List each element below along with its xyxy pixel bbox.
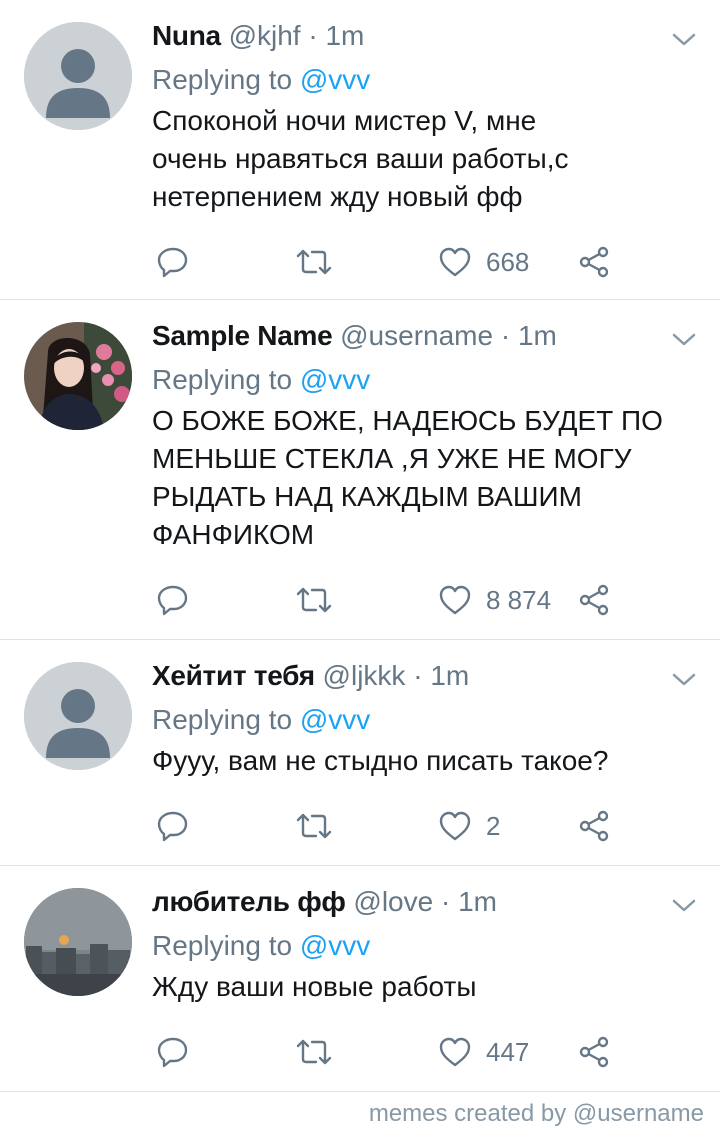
replying-to-label: Replying to [152,930,300,961]
tweet-actions: 2 [152,806,622,846]
user-handle[interactable]: @kjhf [229,20,301,51]
reply-button[interactable] [156,242,190,282]
like-button[interactable]: 668 [438,242,529,282]
user-handle[interactable]: @ljkkk [323,660,406,691]
retweet-button[interactable] [294,1032,334,1072]
display-name[interactable]: Nuna [152,20,221,51]
tweet-content: Sample Name @username · 1m Replying to @… [152,316,700,554]
tweet-header: Sample Name @username · 1m [152,316,700,356]
replying-to-handle[interactable]: @vvv [300,704,370,735]
reply-icon [157,811,188,842]
reply-icon [157,247,188,278]
timestamp[interactable]: 1m [325,20,364,51]
share-button[interactable] [578,1032,610,1072]
like-count: 2 [486,811,501,841]
tweet-feed: Nuna @kjhf · 1m Replying to @vvv Споконо… [0,0,720,1092]
chevron-down-icon[interactable] [670,326,698,354]
default-avatar-icon [24,22,132,130]
share-icon [579,810,609,842]
timestamp[interactable]: 1m [458,886,497,917]
reply-button[interactable] [156,806,190,846]
share-button[interactable] [578,580,610,620]
share-button[interactable] [578,242,610,282]
like-button[interactable]: 447 [438,1032,529,1072]
replying-to-handle[interactable]: @vvv [300,364,370,395]
replying-to-label: Replying to [152,64,300,95]
timestamp[interactable]: 1m [430,660,469,691]
retweet-icon [296,587,332,613]
avatar[interactable] [24,662,132,770]
like-button[interactable]: 8 874 [438,580,551,620]
tweet[interactable]: Sample Name @username · 1m Replying to @… [0,300,720,640]
like-count: 447 [486,1037,530,1067]
like-count: 8 874 [486,585,552,615]
chevron-down-icon[interactable] [670,666,698,694]
tweet[interactable]: любитель фф @love · 1m Replying to @vvv … [0,866,720,1092]
share-icon [579,584,609,616]
tweet-content: Nuna @kjhf · 1m Replying to @vvv Споконо… [152,16,700,216]
tweet-actions: 668 [152,242,622,282]
retweet-icon [296,249,332,275]
retweet-button[interactable] [294,806,334,846]
replying-to-handle[interactable]: @vvv [300,64,370,95]
tweet-text: Фууу, вам не стыдно писать такое? [152,745,609,776]
tweet-header: любитель фф @love · 1m [152,882,700,922]
watermark-caption: memes created by @username [368,1100,704,1127]
replying-to: Replying to @vvv [152,700,700,740]
share-icon [579,1036,609,1068]
heart-icon [439,811,471,841]
separator-dot: · [433,886,459,917]
reply-button[interactable] [156,1032,190,1072]
avatar[interactable] [24,22,132,130]
heart-icon [439,585,471,615]
replying-to: Replying to @vvv [152,60,700,100]
share-icon [579,246,609,278]
timestamp[interactable]: 1m [518,320,557,351]
separator-dot: · [405,660,431,691]
tweet[interactable]: Nuna @kjhf · 1m Replying to @vvv Споконо… [0,0,720,300]
like-button[interactable]: 2 [438,806,500,846]
tweet-content: Хейтит тебя @ljkkk · 1m Replying to @vvv… [152,656,700,780]
replying-to-label: Replying to [152,704,300,735]
display-name[interactable]: любитель фф [152,886,346,917]
separator-dot: · [300,20,326,51]
tweet-text: О БОЖЕ БОЖЕ, НАДЕЮСЬ БУДЕТ ПО МЕНЬШЕ СТЕ… [152,405,663,550]
replying-to: Replying to @vvv [152,360,700,400]
retweet-button[interactable] [294,580,334,620]
tweet-actions: 447 [152,1032,622,1072]
photo-avatar-city [24,888,132,996]
display-name[interactable]: Хейтит тебя [152,660,315,691]
tweet-content: любитель фф @love · 1m Replying to @vvv … [152,882,700,1006]
retweet-icon [296,1039,332,1065]
retweet-button[interactable] [294,242,334,282]
tweet-header: Nuna @kjhf · 1m [152,16,700,56]
heart-icon [439,247,471,277]
heart-icon [439,1037,471,1067]
photo-avatar-girl [24,322,132,430]
reply-icon [157,1037,188,1068]
display-name[interactable]: Sample Name [152,320,333,351]
reply-button[interactable] [156,580,190,620]
replying-to: Replying to @vvv [152,926,700,966]
tweet-text: Споконой ночи мистер V, мне очень нравят… [152,105,569,212]
reply-icon [157,585,188,616]
replying-to-handle[interactable]: @vvv [300,930,370,961]
tweet-actions: 8 874 [152,580,622,620]
replying-to-label: Replying to [152,364,300,395]
retweet-icon [296,813,332,839]
default-avatar-icon [24,662,132,770]
avatar[interactable] [24,322,132,430]
tweet-header: Хейтит тебя @ljkkk · 1m [152,656,700,696]
separator-dot: · [493,320,518,351]
chevron-down-icon[interactable] [670,26,698,54]
user-handle[interactable]: @username [340,320,493,351]
tweet[interactable]: Хейтит тебя @ljkkk · 1m Replying to @vvv… [0,640,720,866]
chevron-down-icon[interactable] [670,892,698,920]
avatar[interactable] [24,888,132,996]
share-button[interactable] [578,806,610,846]
tweet-text: Жду ваши новые работы [152,971,477,1002]
like-count: 668 [486,247,530,277]
user-handle[interactable]: @love [353,886,433,917]
